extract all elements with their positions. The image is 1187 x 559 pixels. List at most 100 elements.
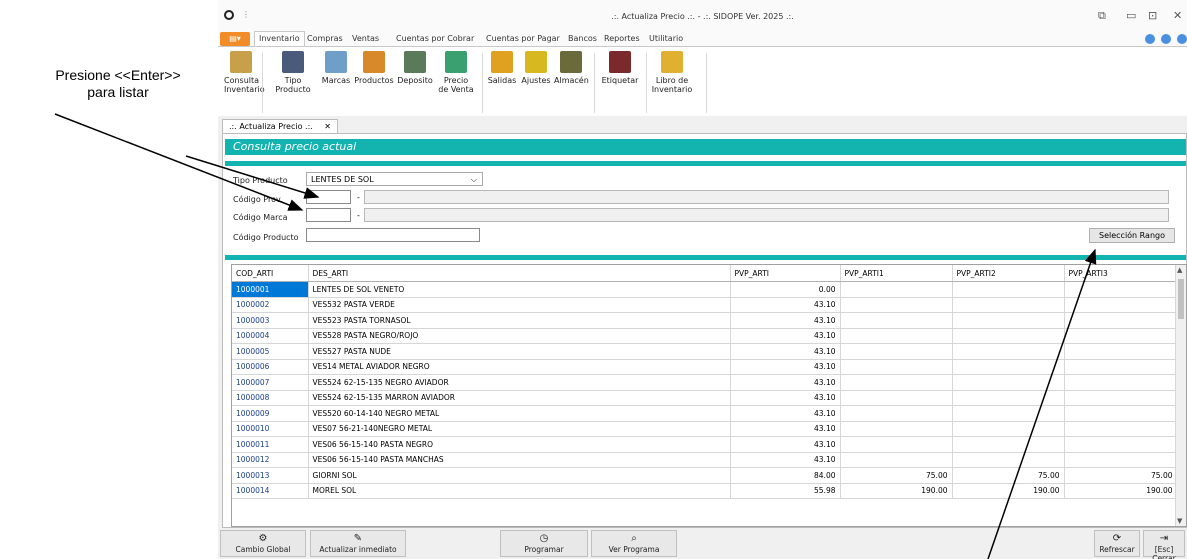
des-arti-cell[interactable]: VES14 METAL AVIADOR NEGRO (308, 359, 731, 375)
pvp-cell[interactable] (840, 328, 953, 344)
cod-arti-cell[interactable]: 1000001 (232, 281, 309, 298)
des-arti-cell[interactable]: MOREL SOL (308, 483, 731, 499)
ajustes-button[interactable]: Ajustes (520, 51, 552, 85)
pvp-cell[interactable] (1064, 436, 1178, 453)
options-round-icon[interactable] (1161, 34, 1171, 44)
pvp-cell[interactable] (952, 359, 1065, 375)
column-header[interactable]: COD_ARTI (232, 265, 309, 282)
pvp-cell[interactable]: 84.00 (730, 467, 841, 484)
cod-arti-cell[interactable]: 1000013 (232, 467, 309, 484)
scroll-down-icon[interactable]: ▼ (1177, 517, 1182, 525)
des-arti-cell[interactable]: VES524 62-15-135 MARRON AVIADOR (308, 390, 731, 406)
restore-layout-icon[interactable]: ⧉ (1098, 9, 1106, 23)
tab-reportes[interactable]: Reportes (604, 32, 640, 46)
table-row[interactable]: 1000001 LENTES DE SOL VENETO 0.00 (232, 281, 1178, 298)
file-menu-button[interactable]: ▤▾ (220, 32, 250, 46)
cod-arti-cell[interactable]: 1000008 (232, 390, 309, 406)
tab-ventas[interactable]: Ventas (352, 32, 379, 46)
pvp-cell[interactable] (952, 374, 1065, 391)
table-row[interactable]: 1000002 VES532 PASTA VERDE 43.10 (232, 297, 1178, 313)
pvp-cell[interactable] (1064, 421, 1178, 437)
pvp-cell[interactable] (1064, 343, 1178, 360)
consulta-inventario-button[interactable]: Consulta Inventario (224, 51, 265, 94)
pvp-cell[interactable] (840, 343, 953, 360)
pvp-cell[interactable] (1064, 374, 1178, 391)
pvp-cell[interactable] (952, 390, 1065, 406)
pvp-cell[interactable]: 43.10 (730, 421, 841, 437)
table-row[interactable]: 1000007 VES524 62-15-135 NEGRO AVIADOR 43.… (232, 374, 1178, 391)
seleccion-rango-button[interactable]: Selección Rango (1089, 228, 1175, 243)
pvp-cell[interactable]: 190.00 (1064, 483, 1178, 499)
scroll-up-icon[interactable]: ▲ (1177, 266, 1182, 274)
cod-arti-cell[interactable]: 1000006 (232, 359, 309, 375)
marcas-button[interactable]: Marcas (320, 51, 352, 85)
tab-cuentas-por-cobrar[interactable]: Cuentas por Cobrar (396, 32, 474, 46)
actualizar-inmediato-button[interactable]: ✎ Actualizar inmediato (310, 530, 406, 557)
productos-button[interactable]: Productos (354, 51, 394, 85)
pvp-cell[interactable] (840, 421, 953, 437)
des-arti-cell[interactable]: VES06 56-15-140 PASTA MANCHAS (308, 452, 731, 468)
cambio-global-button[interactable]: ⚙ Cambio Global (220, 530, 306, 557)
cod-arti-cell[interactable]: 1000009 (232, 405, 309, 422)
pvp-cell[interactable] (840, 452, 953, 468)
column-header[interactable]: PVP_ARTI3 (1064, 265, 1178, 282)
des-arti-cell[interactable]: VES527 PASTA NUDE (308, 343, 731, 360)
cod-arti-cell[interactable]: 1000012 (232, 452, 309, 468)
cod-arti-cell[interactable]: 1000007 (232, 374, 309, 391)
pvp-cell[interactable] (840, 359, 953, 375)
table-row[interactable]: 1000008 VES524 62-15-135 MARRON AVIADOR 43… (232, 390, 1178, 406)
libro-de-inventario-button[interactable]: Libro de Inventario (650, 51, 694, 94)
pvp-cell[interactable]: 43.10 (730, 312, 841, 329)
column-header[interactable]: PVP_ARTI (730, 265, 841, 282)
column-header[interactable]: DES_ARTI (308, 265, 731, 282)
pvp-cell[interactable]: 43.10 (730, 374, 841, 391)
close-tab-icon[interactable]: ✕ (324, 120, 331, 134)
column-header[interactable]: PVP_ARTI1 (840, 265, 953, 282)
cod-arti-cell[interactable]: 1000003 (232, 312, 309, 329)
table-row[interactable]: 1000006 VES14 METAL AVIADOR NEGRO 43.10 (232, 359, 1178, 375)
pvp-cell[interactable] (840, 405, 953, 422)
codigo-producto-input[interactable] (306, 228, 480, 242)
table-row[interactable]: 1000003 VES523 PASTA TORNASOL 43.10 (232, 312, 1178, 329)
pvp-cell[interactable]: 43.10 (730, 343, 841, 360)
des-arti-cell[interactable]: GIORNI SOL (308, 467, 731, 484)
pvp-cell[interactable] (840, 374, 953, 391)
tab-inventario[interactable]: Inventario (254, 31, 305, 47)
table-row[interactable]: 1000012 VES06 56-15-140 PASTA MANCHAS 43.1… (232, 452, 1178, 468)
des-arti-cell[interactable]: VES523 PASTA TORNASOL (308, 312, 731, 329)
pvp-cell[interactable] (840, 312, 953, 329)
programar-button[interactable]: ◷ Programar (500, 530, 588, 557)
pvp-cell[interactable]: 75.00 (840, 467, 953, 484)
almacen-button[interactable]: Almacén (554, 51, 589, 85)
cod-arti-cell[interactable]: 1000014 (232, 483, 309, 499)
des-arti-cell[interactable]: VES528 PASTA NEGRO/ROJO (308, 328, 731, 344)
info-round-icon[interactable] (1177, 34, 1187, 44)
tab-compras[interactable]: Compras (307, 32, 343, 46)
pvp-cell[interactable] (1064, 390, 1178, 406)
pvp-cell[interactable] (840, 436, 953, 453)
des-arti-cell[interactable]: VES06 56-15-140 PASTA NEGRO (308, 436, 731, 453)
pvp-cell[interactable]: 43.10 (730, 436, 841, 453)
pvp-cell[interactable] (1064, 281, 1178, 298)
column-header[interactable]: PVP_ARTI2 (952, 265, 1065, 282)
pvp-cell[interactable]: 75.00 (952, 467, 1065, 484)
pvp-cell[interactable] (1064, 359, 1178, 375)
table-row[interactable]: 1000011 VES06 56-15-140 PASTA NEGRO 43.10 (232, 436, 1178, 453)
table-row[interactable]: 1000013 GIORNI SOL 84.00 75.00 75.00 75.00 (232, 467, 1178, 484)
pvp-cell[interactable] (840, 297, 953, 313)
pvp-cell[interactable]: 190.00 (952, 483, 1065, 499)
products-grid[interactable]: COD_ARTI DES_ARTI PVP_ARTI PVP_ARTI1 PVP… (231, 264, 1187, 527)
codigo-prov-input[interactable] (306, 190, 351, 204)
pvp-cell[interactable] (1064, 297, 1178, 313)
close-window-button[interactable]: ✕ (1173, 9, 1182, 22)
tipo-producto-button[interactable]: Tipo Producto (266, 51, 320, 94)
pvp-cell[interactable] (952, 436, 1065, 453)
pvp-cell[interactable] (952, 297, 1065, 313)
cod-arti-cell[interactable]: 1000011 (232, 436, 309, 453)
refrescar-button[interactable]: ⟳ Refrescar (1094, 530, 1140, 557)
pvp-cell[interactable] (840, 281, 953, 298)
maximize-button[interactable]: ⊡ (1148, 9, 1157, 22)
scrollbar-thumb[interactable] (1178, 279, 1184, 319)
tab-bancos[interactable]: Bancos (568, 32, 597, 46)
pvp-cell[interactable]: 43.10 (730, 405, 841, 422)
